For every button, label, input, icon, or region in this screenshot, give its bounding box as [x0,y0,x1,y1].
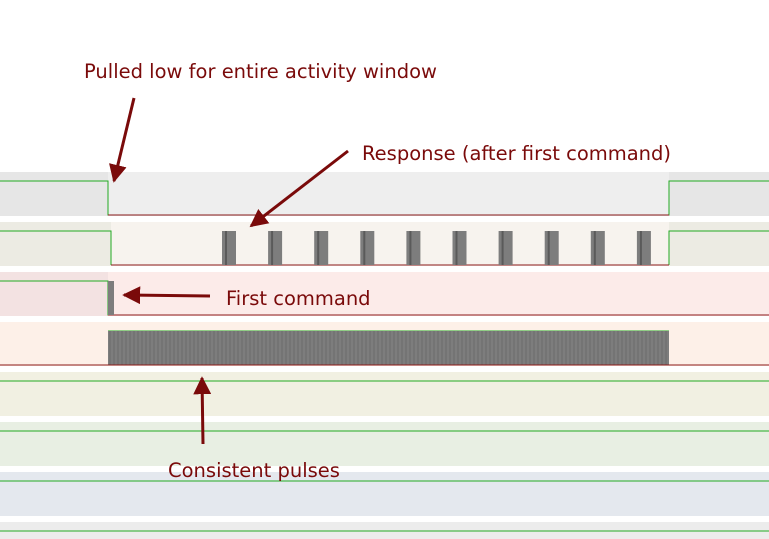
lane-background [0,472,769,516]
response-burst-edge [639,231,642,265]
command-window-fill [108,272,769,316]
response-burst-edge [363,231,366,265]
response-burst [314,231,329,265]
response-burst-edge [455,231,458,265]
response-burst-edge [593,231,596,265]
response-burst [452,231,467,265]
response-burst [268,231,283,265]
response-burst-edge [409,231,412,265]
low-window-fill [108,172,669,215]
lane-background [0,372,769,416]
arrow-first-command [122,286,211,305]
response-burst [360,231,375,265]
response-burst-edge [317,231,320,265]
lane-background [0,422,769,466]
response-burst [636,231,651,265]
response-burst [544,231,559,265]
response-burst [406,231,421,265]
response-burst-edge [501,231,504,265]
first-command-pulse [108,281,114,315]
response-burst [222,231,236,265]
arrow-pulled-low [109,97,136,183]
response-burst-edge [547,231,550,265]
annotation-consistent-pulses: Consistent pulses [168,459,340,482]
response-burst-edge [271,231,274,265]
logic-analyzer-view: Pulled low for entire activity window Re… [0,60,769,539]
consistent-pulse-block [108,331,669,365]
response-burst [498,231,513,265]
annotation-first-command: First command [226,287,371,310]
annotation-pulled-low: Pulled low for entire activity window [84,60,437,83]
signal-lanes [0,172,769,539]
response-window-fill [111,222,669,266]
response-burst-edge [225,231,227,265]
arrow-consistent-pulses [193,376,212,445]
response-burst [590,231,605,265]
annotation-response: Response (after first command) [362,142,671,165]
